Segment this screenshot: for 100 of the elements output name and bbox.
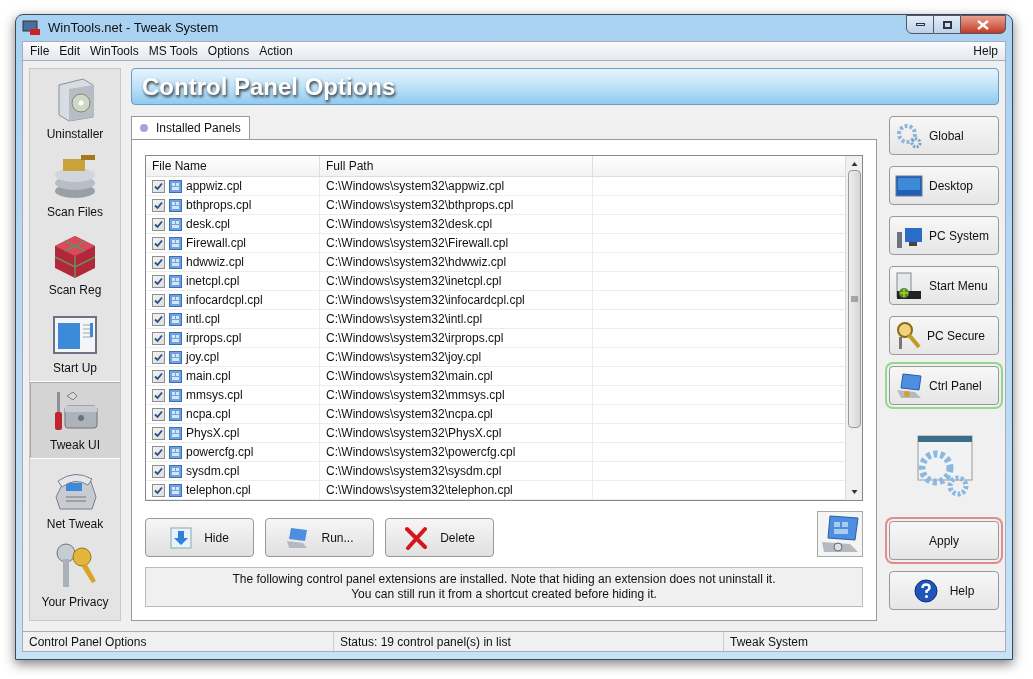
column-header[interactable]: Full Path	[320, 156, 593, 177]
checkbox[interactable]	[152, 350, 165, 364]
control-panel-icon	[169, 198, 182, 212]
scroll-down-icon[interactable]	[850, 488, 858, 497]
menu-item[interactable]: Help	[969, 42, 1002, 61]
sidebar-item[interactable]: Uninstaller	[30, 69, 120, 148]
control-panel-icon	[169, 369, 182, 383]
menu-item[interactable]: Edit	[55, 42, 85, 61]
control-panel-icon	[169, 312, 182, 326]
minimize-button[interactable]	[906, 15, 934, 34]
menu-item[interactable]: Options	[203, 42, 254, 61]
tab-dot-icon	[140, 124, 148, 133]
checkbox[interactable]	[152, 274, 165, 288]
command-button[interactable]: Help	[889, 571, 999, 611]
category-button[interactable]: PC Secure	[889, 316, 999, 356]
file-path: C:\Windows\system32\ncpa.cpl	[326, 406, 493, 424]
checkbox[interactable]	[152, 236, 165, 250]
file-path: C:\Windows\system32\Firewall.cpl	[326, 235, 509, 253]
file-name: appwiz.cpl	[186, 178, 243, 196]
file-name: intl.cpl	[186, 311, 220, 329]
sidebar-item[interactable]: Net Tweak	[30, 459, 120, 538]
banner: Control Panel Options	[131, 68, 999, 106]
checkbox[interactable]	[152, 464, 165, 478]
menu-item[interactable]: File	[26, 42, 54, 61]
file-path: C:\Windows\system32\sysdm.cpl	[326, 463, 502, 481]
checkbox[interactable]	[152, 369, 165, 383]
control-panel-icon	[169, 407, 182, 421]
window-gears-icon	[914, 434, 974, 499]
file-path: C:\Windows\system32\telephon.cpl	[326, 482, 513, 500]
checkbox[interactable]	[152, 312, 165, 326]
status-text: Tweak System	[723, 632, 1005, 651]
category-button[interactable]: Start Menu	[889, 266, 999, 306]
checkbox[interactable]	[152, 255, 165, 269]
menu-item[interactable]: MS Tools	[144, 42, 202, 61]
sidebar-item[interactable]: Scan Reg	[30, 225, 120, 304]
cube-grid-icon	[52, 233, 98, 280]
start-menu-icon	[895, 270, 923, 301]
file-path: C:\Windows\system32\desk.cpl	[326, 216, 493, 234]
category-button[interactable]: Desktop	[889, 166, 999, 206]
status-text: Control Panel Options	[28, 633, 148, 651]
file-path: C:\Windows\system32\intl.cpl	[326, 311, 483, 329]
file-path: C:\Windows\system32\irprops.cpl	[326, 330, 504, 348]
maximize-button[interactable]	[934, 15, 960, 34]
file-path: C:\Windows\system32\mmsys.cpl	[326, 387, 505, 405]
checkbox[interactable]	[152, 331, 165, 345]
control-panel-icon	[169, 426, 182, 440]
file-name: joy.cpl	[186, 349, 220, 367]
menu-item[interactable]: Action	[255, 42, 297, 61]
sidebar-item[interactable]: Tweak UI	[30, 381, 120, 460]
tab[interactable]: Installed Panels	[131, 116, 250, 140]
checkbox[interactable]	[152, 198, 165, 212]
checkbox[interactable]	[152, 388, 165, 402]
scrollbar[interactable]	[845, 156, 862, 501]
checkbox[interactable]	[152, 179, 165, 193]
checkbox[interactable]	[152, 407, 165, 421]
checkbox[interactable]	[152, 293, 165, 307]
app-icon	[22, 20, 40, 37]
file-path: C:\Windows\system32\PhysX.cpl	[326, 425, 502, 443]
close-button[interactable]	[960, 15, 1006, 34]
monitor-icon	[895, 173, 923, 198]
control-panel-icon	[169, 255, 182, 269]
file-path: C:\Windows\system32\main.cpl	[326, 368, 493, 386]
file-name: sysdm.cpl	[186, 463, 240, 481]
action-button[interactable]: Run...	[265, 518, 374, 558]
category-button[interactable]: PC System	[889, 216, 999, 256]
file-name: main.cpl	[186, 368, 231, 386]
grip-icon	[850, 296, 858, 303]
close-icon	[977, 19, 989, 30]
control-panel-icon	[169, 293, 182, 307]
file-name: irprops.cpl	[186, 330, 242, 348]
control-panel-icon	[169, 217, 182, 231]
checkbox[interactable]	[152, 483, 165, 497]
control-panel-icon	[169, 179, 182, 193]
file-name: telephon.cpl	[186, 482, 251, 500]
checkbox[interactable]	[152, 426, 165, 440]
control-panel-icon	[895, 371, 923, 400]
control-panel-icon	[169, 331, 182, 345]
checkbox[interactable]	[152, 445, 165, 459]
checkbox[interactable]	[152, 217, 165, 231]
control-panel-icon	[169, 236, 182, 250]
file-name: mmsys.cpl	[186, 387, 243, 405]
file-name: Firewall.cpl	[186, 235, 246, 253]
help-icon	[913, 578, 938, 603]
category-button[interactable]: Global	[889, 116, 999, 156]
sidebar-item[interactable]: Your Privacy	[30, 537, 120, 616]
file-name: powercfg.cpl	[186, 444, 254, 462]
file-path: C:\Windows\system32\inetcpl.cpl	[326, 273, 502, 291]
status-text: Status: 19 control panel(s) in list	[333, 632, 723, 651]
sidebar-item[interactable]: Start Up	[30, 303, 120, 382]
file-name: ncpa.cpl	[186, 406, 231, 424]
file-name: infocardcpl.cpl	[186, 292, 263, 310]
info-text: You can still run it from a shortcut created before hiding it.	[351, 587, 657, 603]
column-header[interactable]: File Name	[146, 156, 320, 177]
cross-icon	[404, 525, 429, 550]
menu-item[interactable]: WinTools	[86, 42, 143, 61]
file-path: C:\Windows\system32\infocardcpl.cpl	[326, 292, 525, 310]
window-title: WinTools.net - Tweak System	[48, 19, 219, 38]
sidebar-item[interactable]: Scan Files	[30, 147, 120, 226]
action-button[interactable]: Delete	[385, 518, 494, 558]
action-button[interactable]: Hide	[145, 518, 254, 558]
